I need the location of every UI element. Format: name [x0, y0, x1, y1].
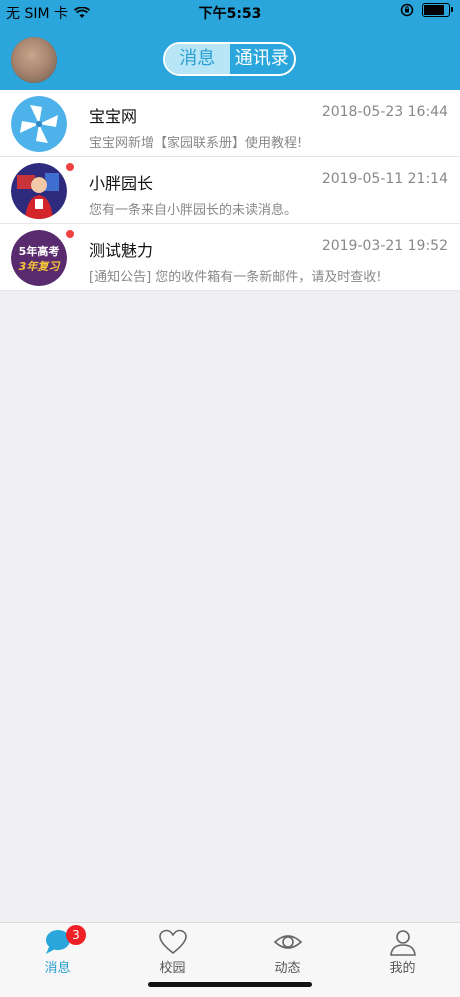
cover-line-2: 3年复习 — [19, 260, 62, 273]
conversation-preview: [通知公告] 您的收件箱有一条新邮件，请及时查收! — [89, 270, 382, 285]
app-header: 无 SIM 卡 下午5:53 消息 通讯录 — [0, 0, 460, 90]
status-indicators — [400, 3, 453, 17]
conversation-preview: 您有一条来自小胖园长的未读消息。 — [89, 203, 298, 218]
unread-dot — [66, 230, 74, 238]
pinwheel-logo-icon — [11, 96, 67, 152]
user-avatar[interactable] — [11, 37, 57, 83]
battery-level-fill — [424, 5, 445, 15]
status-bar: 无 SIM 卡 下午5:53 — [0, 0, 460, 24]
tab-label: 消息 — [44, 961, 71, 976]
conversation-title: 测试魅力 — [89, 241, 154, 260]
orientation-lock-icon — [400, 3, 414, 17]
conversation-time: 2019-03-21 19:52 — [321, 238, 448, 254]
user-icon — [389, 930, 416, 956]
header-segmented-control: 消息 通讯录 — [163, 42, 296, 76]
home-indicator — [148, 982, 312, 987]
tab-label: 动态 — [274, 961, 301, 976]
cover-line-1: 5年高考 — [19, 244, 60, 258]
tab-profile[interactable]: 我的 — [345, 923, 460, 997]
conversation-title: 宝宝网 — [89, 107, 138, 126]
conversation-title: 小胖园长 — [89, 174, 154, 193]
tab-contacts[interactable]: 通讯录 — [230, 44, 295, 74]
conversation-preview: 宝宝网新增【家园联系册】使用教程! — [89, 136, 303, 151]
conversation-row[interactable]: 宝宝网 2018-05-23 16:44 宝宝网新增【家园联系册】使用教程! — [0, 90, 460, 157]
tab-messages[interactable]: 消息 — [165, 44, 230, 74]
conversation-avatar: 5年高考 3年复习 — [11, 230, 67, 286]
conversation-avatar — [11, 163, 67, 219]
conversation-list: 宝宝网 2018-05-23 16:44 宝宝网新增【家园联系册】使用教程! 小… — [0, 90, 460, 291]
conversation-time: 2018-05-23 16:44 — [321, 104, 448, 120]
eye-icon — [273, 935, 302, 949]
tab-label: 校园 — [159, 961, 186, 976]
unread-dot — [66, 163, 74, 171]
battery-icon — [422, 3, 453, 17]
heart-icon — [158, 929, 187, 955]
conversation-row[interactable]: 5年高考 3年复习 测试魅力 2019-03-21 19:52 [通知公告] 您… — [0, 224, 460, 291]
status-time: 下午5:53 — [198, 6, 262, 22]
book-cover-icon: 5年高考 3年复习 — [11, 230, 67, 286]
conversation-row[interactable]: 小胖园长 2019-05-11 21:14 您有一条来自小胖园长的未读消息。 — [0, 157, 460, 224]
tab-messages-bottom[interactable]: 3 消息 — [0, 923, 115, 997]
conversation-avatar — [11, 96, 67, 152]
conversation-time: 2019-05-11 21:14 — [321, 171, 448, 187]
person-photo-icon — [11, 163, 67, 219]
unread-count-badge: 3 — [66, 925, 86, 945]
tab-label: 我的 — [389, 961, 416, 976]
